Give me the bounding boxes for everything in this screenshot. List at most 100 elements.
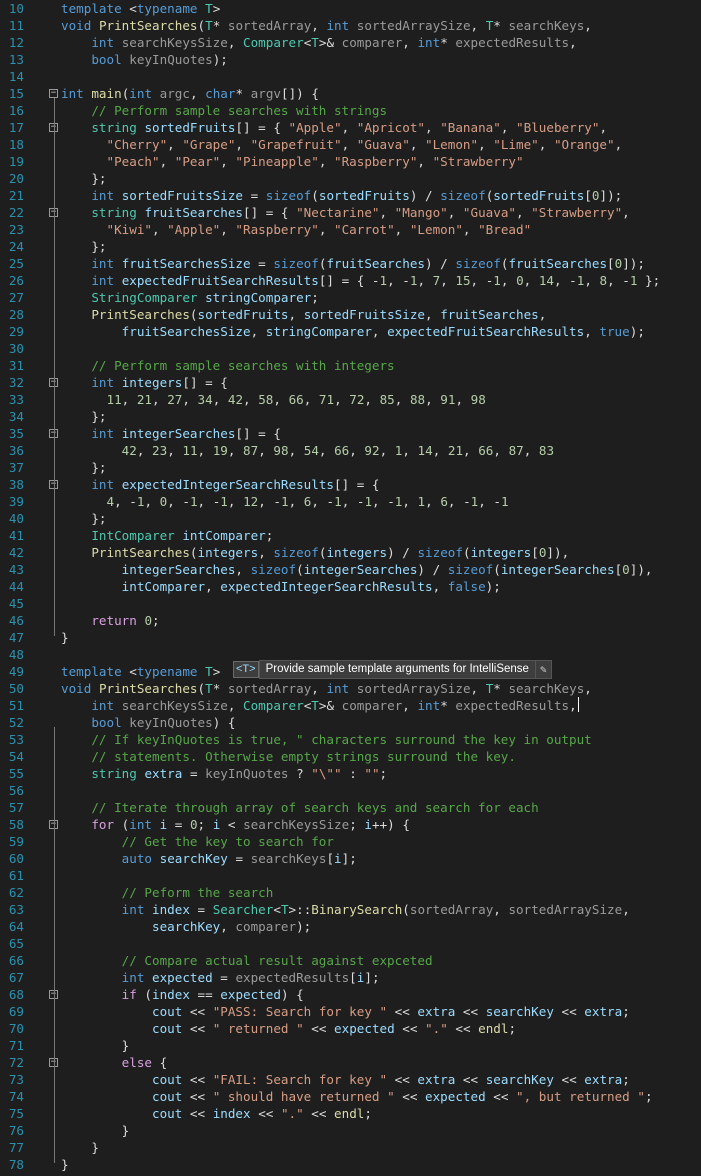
code-line[interactable]: 38− int expectedIntegerSearchResults[] =… xyxy=(0,476,701,493)
code-line[interactable]: 16 // Perform sample searches with strin… xyxy=(0,102,701,119)
code-line[interactable]: 19 "Peach", "Pear", "Pineapple", "Raspbe… xyxy=(0,153,701,170)
code-line[interactable]: 46 return 0; xyxy=(0,612,701,629)
code-line[interactable]: 66 // Compare actual result against expc… xyxy=(0,952,701,969)
code-token: sizeof xyxy=(447,562,494,577)
code-line[interactable]: 35− int integerSearches[] = { xyxy=(0,425,701,442)
code-line[interactable]: 18 "Cherry", "Grape", "Grapefruit", "Gua… xyxy=(0,136,701,153)
code-line[interactable]: 13 bool keyInQuotes); xyxy=(0,51,701,68)
code-token: { xyxy=(152,1055,168,1070)
code-token: , xyxy=(227,35,244,50)
code-line[interactable]: 22− string fruitSearches[] = { "Nectarin… xyxy=(0,204,701,221)
code-line[interactable]: 15 − int main(int argc, char* argv[]) { xyxy=(0,85,701,102)
code-line[interactable]: 31 // Perform sample searches with integ… xyxy=(0,357,701,374)
code-token: , xyxy=(379,205,395,220)
code-token: << xyxy=(182,1089,213,1104)
code-line[interactable]: 10 template <typename T> xyxy=(0,0,701,17)
code-line[interactable]: 67 int expected = expectedResults[i]; xyxy=(0,969,701,986)
code-line[interactable]: 52 bool keyInQuotes) { xyxy=(0,714,701,731)
code-line[interactable]: 64 searchKey, comparer); xyxy=(0,918,701,935)
code-line[interactable]: 12 int searchKeysSize, Comparer<T>& comp… xyxy=(0,34,701,51)
code-line[interactable]: 63 int index = Searcher<T>::BinarySearch… xyxy=(0,901,701,918)
code-token: [ xyxy=(584,188,592,203)
code-line[interactable]: 57 // Iterate through array of search ke… xyxy=(0,799,701,816)
code-token: int xyxy=(91,698,115,713)
code-token: expectedIntegerSearchResults xyxy=(121,477,334,492)
code-token: 88 xyxy=(409,392,426,407)
code-line[interactable]: 68− if (index == expected) { xyxy=(0,986,701,1003)
code-token: " returned " xyxy=(212,1021,304,1036)
code-line[interactable]: 43 integerSearches, sizeof(integerSearch… xyxy=(0,561,701,578)
code-token: "PASS: Search for key " xyxy=(212,1004,388,1019)
code-line[interactable]: 55 string extra = keyInQuotes ? "\"" : "… xyxy=(0,765,701,782)
code-line[interactable]: 21 int sortedFruitsSize = sizeof(sortedF… xyxy=(0,187,701,204)
code-line[interactable]: 53 // If keyInQuotes is true, " characte… xyxy=(0,731,701,748)
code-line[interactable]: 33 11, 21, 27, 34, 42, 58, 66, 71, 72, 8… xyxy=(0,391,701,408)
code-line[interactable]: 77 } xyxy=(0,1139,701,1156)
code-line[interactable]: 17− string sortedFruits[] = { "Apple", "… xyxy=(0,119,701,136)
code-line[interactable]: 50 void PrintSearches(T* sortedArray, int… xyxy=(0,680,701,697)
code-line[interactable]: 20 }; xyxy=(0,170,701,187)
code-line[interactable]: 62 // Peform the search xyxy=(0,884,701,901)
code-line[interactable]: 41 IntComparer intComparer; xyxy=(0,527,701,544)
code-line[interactable]: 37 }; xyxy=(0,459,701,476)
line-number: 74 xyxy=(8,1089,24,1104)
code-line[interactable]: 32− int integers[] = { xyxy=(0,374,701,391)
code-line[interactable]: 75 cout << index << "." << endl; xyxy=(0,1105,701,1122)
code-line[interactable]: 14 xyxy=(0,68,701,85)
code-line[interactable]: 45 xyxy=(0,595,701,612)
code-line[interactable]: 58− for (int i = 0; i < searchKeysSize; … xyxy=(0,816,701,833)
code-line[interactable]: 30 xyxy=(0,340,701,357)
code-line[interactable]: 44 intComparer, expectedIntegerSearchRes… xyxy=(0,578,701,595)
code-token: int xyxy=(129,86,153,101)
code-line[interactable]: 47} xyxy=(0,629,701,646)
code-token: }; xyxy=(61,409,107,424)
code-line[interactable]: 26 int expectedFruitSearchResults[] = { … xyxy=(0,272,701,289)
code-editor[interactable]: 10 template <typename T> 11 void PrintSearc… xyxy=(0,0,701,1176)
code-token: comparer xyxy=(235,919,297,934)
code-line[interactable]: 29 fruitSearchesSize, stringComparer, ex… xyxy=(0,323,701,340)
code-line[interactable]: 78} xyxy=(0,1156,701,1173)
code-line[interactable]: 42 PrintSearches(integers, sizeof(intege… xyxy=(0,544,701,561)
code-token: "Lime" xyxy=(493,137,539,152)
code-line[interactable]: 54 // statements. Otherwise empty string… xyxy=(0,748,701,765)
code-line[interactable]: 72− else { xyxy=(0,1054,701,1071)
code-line[interactable]: 73 cout << "FAIL: Search for key " << ex… xyxy=(0,1071,701,1088)
code-line[interactable]: 56 xyxy=(0,782,701,799)
code-token: = xyxy=(182,766,206,781)
code-text: int expectedIntegerSearchResults[] = { xyxy=(61,476,379,493)
code-line[interactable]: 27 StringComparer stringComparer; xyxy=(0,289,701,306)
code-line[interactable]: 25 int fruitSearchesSize = sizeof(fruitS… xyxy=(0,255,701,272)
code-line[interactable]: 36 42, 23, 11, 19, 87, 98, 54, 66, 92, 1… xyxy=(0,442,701,459)
code-line[interactable]: 65 xyxy=(0,935,701,952)
intellisense-template-hint[interactable]: <T> Provide sample template arguments fo… xyxy=(233,660,552,679)
code-line[interactable]: 74 cout << " should have returned " << e… xyxy=(0,1088,701,1105)
code-line[interactable]: 59 // Get the key to search for xyxy=(0,833,701,850)
code-line[interactable]: 34 }; xyxy=(0,408,701,425)
code-line[interactable]: 71 } xyxy=(0,1037,701,1054)
pencil-icon[interactable]: ✎ xyxy=(535,660,552,679)
code-line[interactable]: 11 void PrintSearches(T* sortedArray, int… xyxy=(0,17,701,34)
code-line[interactable]: 51 int searchKeysSize, Comparer<T>& comp… xyxy=(0,697,701,714)
template-tag-badge[interactable]: <T> xyxy=(233,661,259,678)
code-token: , xyxy=(364,392,380,407)
code-token: typename xyxy=(136,664,198,679)
code-line[interactable]: 70 cout << " returned " << expected << "… xyxy=(0,1020,701,1037)
template-hint-text[interactable]: Provide sample template arguments for In… xyxy=(258,660,536,679)
collapse-icon[interactable]: − xyxy=(49,89,58,98)
line-number: 14 xyxy=(8,69,24,84)
code-line[interactable]: 39 4, -1, 0, -1, -1, 12, -1, 6, -1, -1, … xyxy=(0,493,701,510)
code-token: argv xyxy=(250,86,281,101)
code-line[interactable]: 69 cout << "PASS: Search for key " << ex… xyxy=(0,1003,701,1020)
code-line[interactable]: 40 }; xyxy=(0,510,701,527)
code-line[interactable]: 61 xyxy=(0,867,701,884)
code-token: 92 xyxy=(364,443,380,458)
code-line[interactable]: 24 }; xyxy=(0,238,701,255)
code-line[interactable]: 60 auto searchKey = searchKeys[i]; xyxy=(0,850,701,867)
code-line[interactable]: 28 PrintSearches(sortedFruits, sortedFru… xyxy=(0,306,701,323)
code-token: sizeof xyxy=(273,545,319,560)
code-line[interactable]: 76 } xyxy=(0,1122,701,1139)
code-line[interactable]: 23 "Kiwi", "Apple", "Raspberry", "Carrot… xyxy=(0,221,701,238)
